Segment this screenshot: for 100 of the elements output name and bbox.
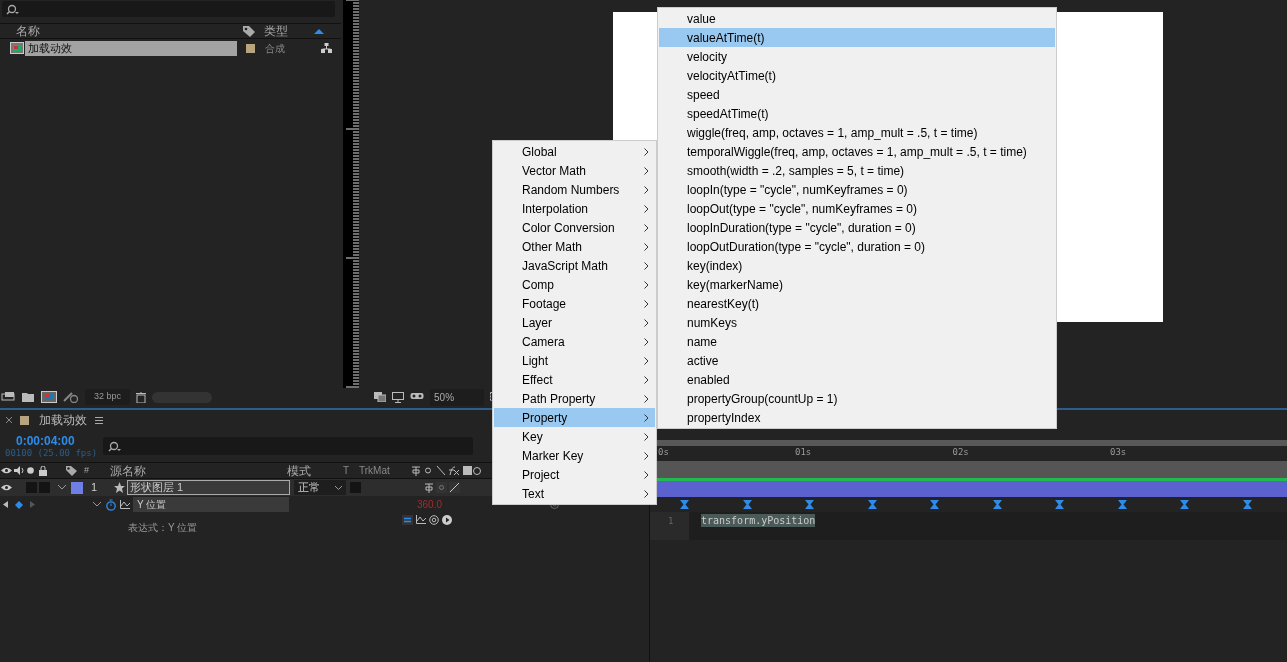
menu-item[interactable]: name (659, 332, 1055, 351)
time-label: 03s (1110, 446, 1128, 459)
expression-code[interactable]: transform.yPosition (701, 514, 816, 527)
eye-icon[interactable] (1, 484, 12, 491)
menu-item[interactable]: Property (494, 408, 655, 427)
menu-item[interactable]: Effect (494, 370, 655, 389)
new-composition-icon[interactable] (41, 391, 57, 403)
expression-enable-icon[interactable] (402, 515, 414, 525)
menu-item[interactable]: loopInDuration(type = "cycle", duration = 0) (659, 218, 1055, 237)
hierarchy-icon (321, 43, 332, 53)
menu-item[interactable]: speed (659, 85, 1055, 104)
menu-item[interactable]: Light (494, 351, 655, 370)
sort-arrow-icon[interactable] (314, 28, 324, 34)
graph-icon[interactable] (120, 500, 130, 509)
vr-goggles-icon[interactable] (410, 392, 425, 402)
column-header: 类型 (264, 23, 289, 40)
mode-dropdown[interactable]: 正常 (294, 480, 346, 495)
menu-item[interactable]: numKeys (659, 313, 1055, 332)
menu-item[interactable]: loopOutDuration(type = "cycle", duration = 0) (659, 237, 1055, 256)
menu-item[interactable]: enabled (659, 370, 1055, 389)
monitor-icon[interactable] (392, 391, 405, 403)
keyframe-icon[interactable] (867, 500, 877, 509)
solo-icon[interactable] (27, 467, 34, 474)
menu-item[interactable]: Color Conversion (494, 218, 655, 237)
timecode[interactable]: 0:00:04:00 (5, 433, 100, 448)
search-field[interactable] (2, 1, 335, 17)
menu-item[interactable]: Path Property (494, 389, 655, 408)
interpret-footage-icon[interactable] (1, 392, 15, 402)
project-item[interactable]: 加载动效 (25, 40, 237, 56)
menu-item[interactable]: Comp (494, 275, 655, 294)
menu-item[interactable]: active (659, 351, 1055, 370)
menu-item[interactable]: smooth(width = .2, samples = 5, t = time) (659, 161, 1055, 180)
menu-item[interactable]: loopIn(type = "cycle", numKeyframes = 0) (659, 180, 1055, 199)
lock-icon[interactable] (39, 465, 47, 476)
menu-item[interactable]: speedAtTime(t) (659, 104, 1055, 123)
tag-icon[interactable] (65, 465, 77, 476)
play-icon[interactable] (441, 515, 452, 525)
previous-keyframe-icon[interactable] (3, 501, 8, 508)
keyframe-icon[interactable] (680, 500, 689, 509)
keyframe-icon[interactable] (1055, 500, 1064, 509)
keyframe-icon[interactable] (805, 500, 814, 509)
transparency-switch[interactable] (350, 482, 361, 493)
menu-item[interactable]: wiggle(freq, amp, octaves = 1, amp_mult = .5, t = time) (659, 123, 1055, 142)
folder-icon[interactable] (21, 392, 35, 402)
trash-icon[interactable] (136, 391, 147, 403)
layer-name-field[interactable]: 形状图层 1 (127, 480, 290, 495)
menu-item[interactable]: propertyIndex (659, 408, 1055, 427)
keyframe-icon[interactable] (992, 500, 1002, 509)
search-field[interactable] (103, 437, 473, 455)
menu-item[interactable]: value (659, 9, 1055, 28)
menu-item[interactable]: nearestKey(t) (659, 294, 1055, 313)
close-icon[interactable] (6, 417, 12, 423)
menu-item[interactable]: Project (494, 465, 655, 484)
menu-icon[interactable] (95, 416, 103, 424)
keyframe-icon[interactable] (1180, 500, 1189, 509)
menu-item[interactable]: Global (494, 142, 655, 161)
graph-icon[interactable] (416, 515, 427, 524)
menu-item[interactable]: Marker Key (494, 446, 655, 465)
keyframe-icon[interactable] (1242, 500, 1252, 509)
stopwatch-icon[interactable] (106, 498, 116, 511)
menu-item[interactable]: valueAtTime(t) (659, 28, 1055, 47)
chevron-icon (644, 261, 649, 270)
menu-item[interactable]: Layer (494, 313, 655, 332)
menu-item[interactable]: Text (494, 484, 655, 503)
time-label: 01s (795, 446, 813, 459)
layer-switches-icon[interactable] (424, 482, 462, 493)
keyframe-icon[interactable] (15, 500, 23, 509)
snapshot-icon[interactable] (374, 392, 387, 402)
bit-depth-button[interactable]: 32 bpc (85, 389, 131, 405)
menu-item[interactable]: Vector Math (494, 161, 655, 180)
keyframe-icon[interactable] (742, 500, 752, 509)
layer-color-swatch[interactable] (71, 481, 83, 494)
menu-item[interactable]: propertyGroup(countUp = 1) (659, 389, 1055, 408)
keyframe-icon[interactable] (930, 500, 939, 509)
switches-icon (411, 465, 481, 476)
pick-whip-icon[interactable] (428, 515, 439, 525)
menu-item[interactable]: Footage (494, 294, 655, 313)
eye-icon[interactable] (1, 467, 12, 474)
lock-switch[interactable] (39, 482, 50, 493)
menu-item[interactable]: key(index) (659, 256, 1055, 275)
menu-item[interactable]: Camera (494, 332, 655, 351)
menu-item[interactable]: key(markerName) (659, 275, 1055, 294)
timeline-tab[interactable]: 加载动效 (39, 411, 87, 429)
menu-item[interactable]: Key (494, 427, 655, 446)
menu-item[interactable]: Random Numbers (494, 180, 655, 199)
chevron-icon (644, 166, 649, 175)
zoom-dropdown[interactable]: 50% (430, 388, 485, 406)
chevron-icon (644, 470, 649, 479)
menu-item[interactable]: JavaScript Math (494, 256, 655, 275)
menu-item[interactable]: velocity (659, 47, 1055, 66)
chevron-icon (644, 185, 649, 194)
menu-item[interactable]: temporalWiggle(freq, amp, octaves = 1, amp_mult = .5, t = time) (659, 142, 1055, 161)
audio-switch[interactable] (26, 482, 37, 493)
menu-item[interactable]: Other Math (494, 237, 655, 256)
menu-item[interactable]: Interpolation (494, 199, 655, 218)
menu-item[interactable]: velocityAtTime(t) (659, 66, 1055, 85)
menu-item[interactable]: loopOut(type = "cycle", numKeyframes = 0) (659, 199, 1055, 218)
keyframe-icon[interactable] (1117, 500, 1127, 509)
speaker-icon[interactable] (14, 466, 24, 475)
column-header: 模式 (287, 462, 312, 480)
